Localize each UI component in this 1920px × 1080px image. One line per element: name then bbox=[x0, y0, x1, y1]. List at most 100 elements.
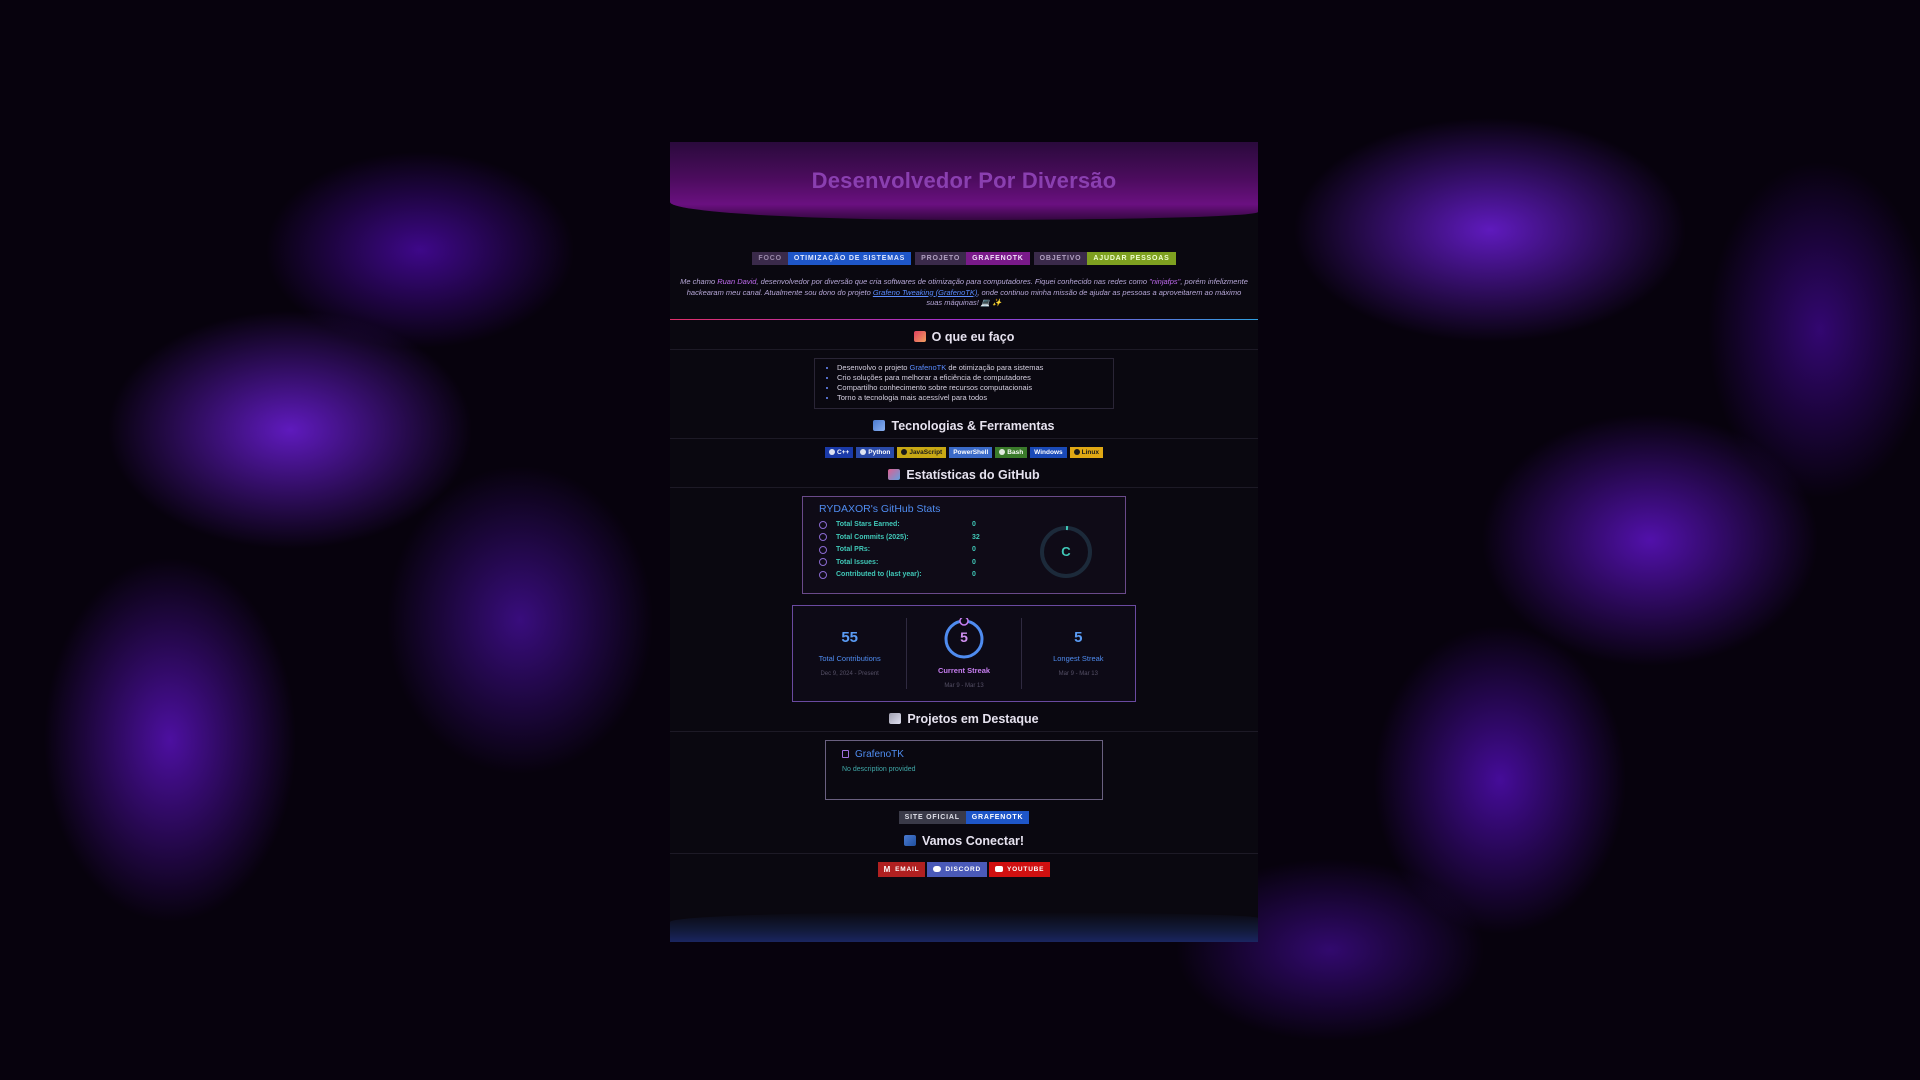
footer-wave bbox=[670, 912, 1258, 942]
total-contributions-value: 55 bbox=[841, 629, 858, 647]
stat-value: 0 bbox=[972, 546, 976, 554]
tech-badge-label: PowerShell bbox=[953, 448, 989, 456]
list-item-text: Crio soluções para melhorar a eficiência… bbox=[837, 372, 1031, 382]
youtube-label: YOUTUBE bbox=[1006, 865, 1045, 873]
longest-streak-label: Longest Streak bbox=[1053, 654, 1104, 664]
site-oficial-badge[interactable]: SITE OFICIAL GRAFENOTK bbox=[898, 810, 1030, 824]
youtube-icon bbox=[994, 866, 1003, 873]
laptop-icon bbox=[873, 420, 886, 432]
list-item: Crio soluções para melhorar a eficiência… bbox=[837, 373, 1103, 383]
current-streak-range: Mar 9 - Mar 13 bbox=[944, 682, 984, 689]
section-github-title: Estatísticas do GitHub bbox=[670, 458, 1258, 488]
intro-paragraph: Me chamo Ruan David, desenvolvedor por d… bbox=[670, 277, 1258, 309]
tech-badge-cpp[interactable]: C++ bbox=[825, 446, 854, 458]
grade-ring: C bbox=[1037, 525, 1095, 578]
current-streak-value: 5 bbox=[960, 628, 968, 645]
section-tech-title: Tecnologias & Ferramentas bbox=[670, 409, 1258, 439]
stat-label: Total Commits (2025): bbox=[836, 533, 909, 541]
tech-badge-javascript[interactable]: JavaScript bbox=[897, 446, 947, 458]
what-i-do-list: Desenvolvo o projeto GrafenoTK de otimiz… bbox=[814, 357, 1114, 409]
tech-badge-windows[interactable]: Windows bbox=[1030, 446, 1067, 458]
badge-objetivo-left: OBJETIVO bbox=[1033, 252, 1088, 265]
longest-streak-range: Mar 9 - Mar 13 bbox=[1058, 671, 1098, 678]
list-item-text: Compartilho conhecimento sobre recursos … bbox=[837, 383, 1033, 393]
intro-handle: "ninjafps" bbox=[1149, 277, 1181, 286]
badge-projeto[interactable]: PROJETO GRAFENOTK bbox=[915, 252, 1030, 265]
stat-value: 0 bbox=[972, 558, 976, 566]
site-badge-right: GRAFENOTK bbox=[965, 810, 1030, 824]
telescope-icon bbox=[889, 713, 902, 725]
section-connect-title: Vamos Conectar! bbox=[670, 824, 1258, 854]
badge-projeto-left: PROJETO bbox=[915, 252, 967, 265]
stat-value: 0 bbox=[972, 571, 976, 579]
handshake-icon bbox=[903, 835, 916, 847]
total-contributions-label: Total Contributions bbox=[818, 654, 881, 664]
list-item-text: de otimização para sistemas bbox=[946, 362, 1044, 372]
list-item-text: Desenvolvo o projeto bbox=[837, 362, 910, 372]
badge-foco-right: OTIMIZAÇÃO DE SISTEMAS bbox=[787, 252, 912, 265]
stats-card-title: RYDAXOR's GitHub Stats bbox=[819, 502, 941, 515]
intro-project-link[interactable]: Grafeno Tweaking (GrafenoTK) bbox=[873, 288, 978, 297]
hero-banner: Desenvolvedor Por Diversão bbox=[670, 142, 1258, 220]
focus-badges: FOCO OTIMIZAÇÃO DE SISTEMAS PROJETO GRAF… bbox=[670, 252, 1258, 265]
pull-request-icon bbox=[819, 545, 827, 554]
streak-total-column: 55 Total Contributions Dec 9, 2024 - Pre… bbox=[793, 618, 906, 689]
badge-objetivo[interactable]: OBJETIVO AJUDAR PESSOAS bbox=[1033, 252, 1176, 265]
repo-name: GrafenoTK bbox=[842, 749, 1086, 760]
linux-icon bbox=[1073, 449, 1080, 456]
tech-badge-powershell[interactable]: PowerShell bbox=[949, 446, 993, 458]
section-projects-title: Projetos em Destaque bbox=[670, 702, 1258, 732]
tech-badge-label: Windows bbox=[1034, 448, 1063, 456]
tech-badge-label: C++ bbox=[837, 448, 850, 456]
total-contributions-range: Dec 9, 2024 - Present bbox=[820, 671, 879, 678]
tech-badge-label: Linux bbox=[1081, 448, 1099, 456]
repo-icon bbox=[819, 570, 827, 579]
github-title-text: Estatísticas do GitHub bbox=[906, 467, 1040, 482]
current-streak-ring: 5 bbox=[935, 617, 993, 659]
intro-part-1: Me chamo bbox=[680, 277, 718, 286]
site-badge[interactable]: SITE OFICIAL GRAFENOTK bbox=[670, 810, 1258, 824]
streak-current-column: 5 Current Streak Mar 9 - Mar 13 bbox=[906, 617, 1020, 689]
list-item-text: Torno a tecnologia mais acessível para t… bbox=[837, 393, 988, 403]
stat-value: 0 bbox=[972, 521, 976, 529]
current-streak-label: Current Streak bbox=[937, 665, 991, 675]
chart-icon bbox=[888, 469, 901, 481]
github-stats-card[interactable]: RYDAXOR's GitHub Stats Total Stars Earne… bbox=[802, 495, 1126, 594]
badge-foco-left: FOCO bbox=[752, 252, 788, 265]
tech-badge-label: JavaScript bbox=[909, 448, 943, 456]
repo-name-text: GrafenoTK bbox=[855, 748, 904, 760]
repo-card-grafenotk[interactable]: GrafenoTK No description provided bbox=[825, 739, 1103, 800]
repo-description: No description provided bbox=[842, 765, 916, 773]
cpp-icon bbox=[829, 449, 835, 456]
profile-readme-panel: Desenvolvedor Por Diversão FOCO OTIMIZAÇ… bbox=[670, 142, 1258, 942]
list-item: Desenvolvo o projeto GrafenoTK de otimiz… bbox=[837, 363, 1103, 373]
stat-label: Total Issues: bbox=[836, 558, 879, 566]
grade-letter: C bbox=[1061, 544, 1071, 560]
discord-button[interactable]: DISCORD bbox=[927, 861, 987, 877]
tech-badge-bash[interactable]: Bash bbox=[995, 446, 1028, 458]
repo-icon bbox=[842, 750, 849, 759]
javascript-icon bbox=[901, 449, 908, 456]
streak-stats-card[interactable]: 55 Total Contributions Dec 9, 2024 - Pre… bbox=[792, 604, 1136, 702]
stat-value: 32 bbox=[972, 533, 980, 541]
what-i-do-title-text: O que eu faço bbox=[931, 329, 1015, 344]
projects-title-text: Projetos em Destaque bbox=[907, 711, 1039, 726]
badge-objetivo-right: AJUDAR PESSOAS bbox=[1087, 252, 1176, 265]
tech-badge-python[interactable]: Python bbox=[856, 446, 895, 458]
tech-badge-linux[interactable]: Linux bbox=[1069, 446, 1103, 458]
section-what-i-do-title: O que eu faço bbox=[670, 320, 1258, 350]
tech-badge-label: Bash bbox=[1007, 448, 1024, 456]
tech-badges: C++ Python JavaScript PowerShell Bash Wi… bbox=[670, 446, 1258, 458]
youtube-button[interactable]: YOUTUBE bbox=[988, 861, 1051, 877]
email-label: EMAIL bbox=[895, 865, 920, 873]
badge-foco[interactable]: FOCO OTIMIZAÇÃO DE SISTEMAS bbox=[752, 252, 912, 265]
discord-label: DISCORD bbox=[945, 865, 981, 873]
discord-icon bbox=[933, 866, 942, 873]
social-badges: M EMAIL DISCORD YOUTUBE bbox=[670, 861, 1258, 877]
intro-part-2: , desenvolvedor por diversão que cria so… bbox=[756, 277, 1148, 286]
grafenotk-link[interactable]: GrafenoTK bbox=[910, 363, 947, 372]
list-item: Torno a tecnologia mais acessível para t… bbox=[837, 393, 1103, 403]
connect-title-text: Vamos Conectar! bbox=[921, 833, 1025, 848]
issue-icon bbox=[819, 558, 827, 567]
email-button[interactable]: M EMAIL bbox=[877, 861, 926, 877]
